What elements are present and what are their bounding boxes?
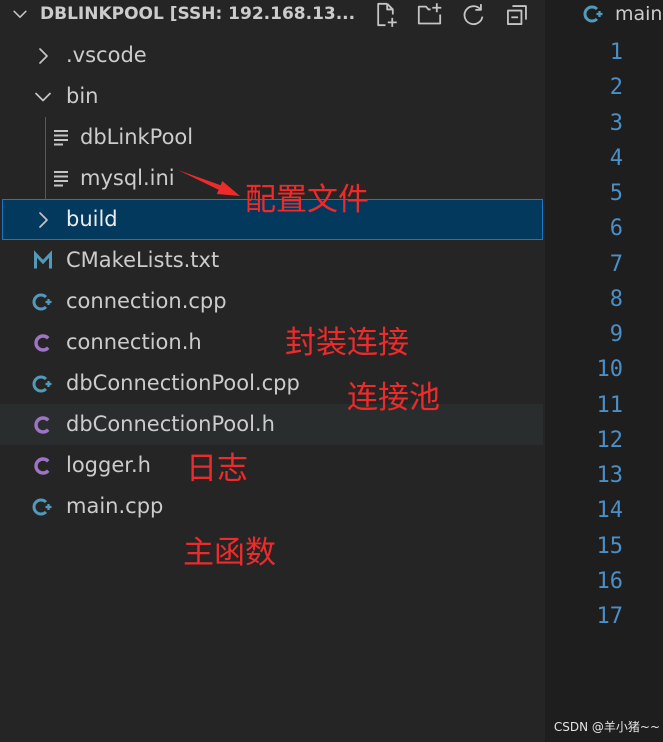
line-number: 14 [596,498,624,524]
tree-item-connection-h[interactable]: connection.h [0,322,543,363]
tree-item-label: logger.h [66,453,151,477]
file-lines-icon [54,170,68,186]
line-number: 1 [609,40,623,65]
new-file-icon [377,2,397,27]
line-number: 5 [609,181,623,206]
watermark: CSDN @羊小猪~~ [553,720,660,734]
c-header-icon [34,456,50,475]
chevron-down-icon[interactable] [11,5,29,23]
tree-item-label: main.cpp [66,494,164,518]
tree-item-connection-cpp[interactable]: connection.cpp [0,281,543,322]
line-number: 11 [596,392,624,418]
annotation-connection-wrapper: 封装连接 [285,325,409,361]
editor-pane: main 1 2 3 4 5 6 7 8 9 10 11 12 13 14 15… [545,0,663,742]
new-file-button[interactable] [372,1,399,28]
annotation-logger: 日志 [186,451,248,487]
line-number: 3 [609,110,623,136]
tree-item-label: connection.cpp [66,289,227,313]
chevron-right-icon [39,211,48,228]
explorer-title: DBLINKPOOL [SSH: 192.168.13... [40,4,356,24]
tree-item-logger-h[interactable]: logger.h [0,445,543,486]
annotation-connection-pool: 连接池 [347,380,440,416]
line-number: 7 [609,251,623,277]
c-header-icon [34,415,50,434]
annotation-main-function: 主函数 [183,535,276,571]
file-lines-icon [54,129,68,145]
tree-item-label: mysql.ini [80,166,175,190]
tree-item-dblinkpool[interactable]: dbLinkPool [0,117,543,158]
line-number-gutter: 1 2 3 4 5 6 7 8 9 10 11 12 13 14 15 16 1… [545,35,624,634]
annotation-config-file: 配置文件 [245,182,369,218]
tree-item-label: bin [66,84,99,108]
line-number: 12 [596,427,624,453]
editor-tab[interactable]: main [545,0,663,30]
tree-item-label: dbConnectionPool.cpp [66,371,300,395]
cpp-icon [583,5,603,23]
line-number: 16 [596,568,624,594]
tree-item-label: build [66,207,118,231]
tree-item-label: dbLinkPool [80,125,194,149]
new-folder-icon [417,3,442,25]
tree-item-bin[interactable]: bin [0,76,543,117]
cpp-icon [32,375,52,392]
line-number: 10 [596,357,624,383]
tree-item-label: connection.h [66,330,202,354]
cpp-icon [32,293,52,310]
line-number: 17 [596,604,624,629]
tree-item-cmakelists[interactable]: CMakeLists.txt [0,240,543,281]
line-number: 6 [609,216,623,242]
tree-item-vscode[interactable]: .vscode [0,35,543,76]
line-number: 9 [609,322,623,347]
tree-item-label: .vscode [66,43,147,67]
tree-item-dbconnectionpool-cpp[interactable]: dbConnectionPool.cpp [0,363,543,404]
line-number: 2 [609,75,623,101]
collapse-all-button[interactable] [504,1,531,28]
explorer-header[interactable]: DBLINKPOOL [SSH: 192.168.13... [0,0,545,35]
tree-item-label: dbConnectionPool.h [66,412,275,436]
collapse-all-icon [507,5,527,25]
line-number: 8 [609,286,623,312]
chevron-down-icon [35,92,51,101]
new-folder-button[interactable] [416,1,443,28]
c-header-icon [34,333,50,352]
cmake-icon [34,249,52,268]
tree-item-main-cpp[interactable]: main.cpp [0,486,543,527]
chevron-right-icon [39,47,48,64]
editor-text-area[interactable] [623,30,663,742]
annotation-arrow-icon [178,170,240,196]
line-number: 13 [596,463,624,488]
tab-label: main [615,3,663,25]
line-number: 15 [596,533,624,559]
explorer-sidebar: DBLINKPOOL [SSH: 192.168.13... .vscode b… [0,0,545,742]
tree-item-label: CMakeLists.txt [66,248,220,272]
refresh-icon [463,4,484,26]
refresh-button[interactable] [460,1,487,28]
line-number: 4 [609,145,623,171]
cpp-icon [32,498,52,515]
tree-item-dbconnectionpool-h[interactable]: dbConnectionPool.h [0,404,543,445]
